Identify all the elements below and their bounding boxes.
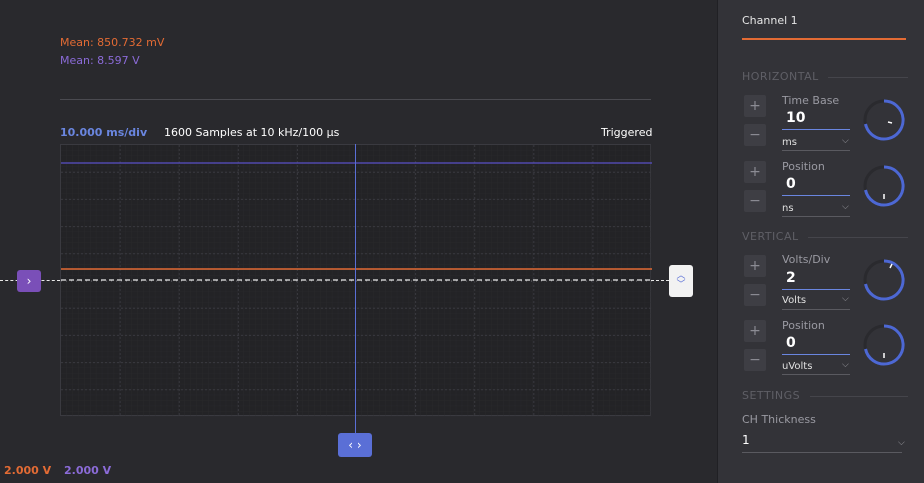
timebase-label: Time Base [782,94,840,107]
time-per-div-label: 10.000 ms/div [60,126,148,139]
thickness-value[interactable]: 1 [742,433,750,447]
voltsdiv-minus-button[interactable]: − [744,284,766,306]
minus-icon: − [749,352,761,368]
minus-icon: − [749,287,761,303]
voltsdiv-underline [782,289,850,290]
section-settings-title: SETTINGS [742,389,801,402]
plus-icon: + [749,323,761,339]
trigger-line-ext-right [651,280,669,281]
voltsdiv-value[interactable]: 2 [786,270,796,286]
plus-icon: + [749,98,761,114]
timebase-underline [782,129,850,130]
oscilloscope-view: Mean: 850.732 mV Mean: 8.597 V 10.000 ms… [0,0,717,483]
hpos-label: Position [782,160,825,173]
chevrons-left-right-icon: ‹ › [348,438,362,452]
hpos-plus-button[interactable]: + [744,161,766,183]
plus-icon: + [749,258,761,274]
tab-channel-1[interactable]: Channel 1 [742,14,798,27]
section-horizontal-title: HORIZONTAL [742,70,819,83]
chevron-down-icon: ﹀ [676,280,686,290]
hpos-unit-select[interactable]: ns [782,203,794,214]
vpos-unit-line [782,374,850,375]
timebase-unit-line [782,150,850,151]
voltsdiv-unit-line [782,309,850,310]
vpos-plus-button[interactable]: + [744,320,766,342]
vpos-label: Position [782,319,825,332]
trigger-status-label: Triggered [601,126,653,139]
vpos-minus-button[interactable]: − [744,349,766,371]
time-cursor-line[interactable] [355,144,356,434]
section-vertical-title: VERTICAL [742,230,799,243]
vpos-unit-select[interactable]: uVolts [782,361,812,372]
chevron-down-icon[interactable]: ⌵ [842,294,849,304]
thickness-label: CH Thickness [742,413,816,426]
hpos-minus-button[interactable]: − [744,190,766,212]
vpos-value[interactable]: 0 [786,335,796,351]
vpos-underline [782,354,850,355]
timebase-plus-button[interactable]: + [744,95,766,117]
chevron-right-icon: › [26,274,32,288]
hpos-knob[interactable] [862,164,906,208]
timebase-value[interactable]: 10 [786,110,805,126]
voltsdiv-plus-button[interactable]: + [744,255,766,277]
measurement-divider [60,99,651,100]
voltsdiv-label: Volts/Div [782,253,831,266]
hpos-value[interactable]: 0 [786,176,796,192]
hpos-underline [782,195,850,196]
chevron-down-icon[interactable]: ⌵ [842,360,849,370]
thickness-underline [742,452,902,453]
time-position-handle[interactable]: ‹ › [338,433,372,457]
timebase-knob[interactable] [862,98,906,142]
ch2-mean-readout: Mean: 8.597 V [60,54,140,67]
waveform-svg [61,145,652,417]
chevron-down-icon[interactable]: ⌵ [842,202,849,212]
vpos-knob[interactable] [862,323,906,367]
minus-icon: − [749,127,761,143]
trigger-level-handle[interactable]: ︿ ﹀ [669,265,693,297]
section-settings-line [810,396,908,397]
section-horizontal-line [828,77,908,78]
tab-active-indicator [742,38,906,40]
channel-settings-panel: Channel 1 HORIZONTAL + − Time Base 10 ms… [717,0,924,483]
voltsdiv-knob[interactable] [862,258,906,302]
chevron-down-icon[interactable]: ⌵ [898,438,905,448]
ch2-scale-label: 2.000 V [64,464,112,477]
sample-info-label: 1600 Samples at 10 kHz/100 µs [164,126,340,139]
timebase-minus-button[interactable]: − [744,124,766,146]
plus-icon: + [749,164,761,180]
minus-icon: − [749,193,761,209]
section-vertical-line [808,237,908,238]
channel-offset-handle[interactable]: › [17,270,41,292]
timebase-unit-select[interactable]: ms [782,137,797,148]
hpos-unit-line [782,216,850,217]
chevron-down-icon[interactable]: ⌵ [842,136,849,146]
ch1-mean-readout: Mean: 850.732 mV [60,36,165,49]
ch1-scale-label: 2.000 V [4,464,52,477]
voltsdiv-unit-select[interactable]: Volts [782,295,806,306]
